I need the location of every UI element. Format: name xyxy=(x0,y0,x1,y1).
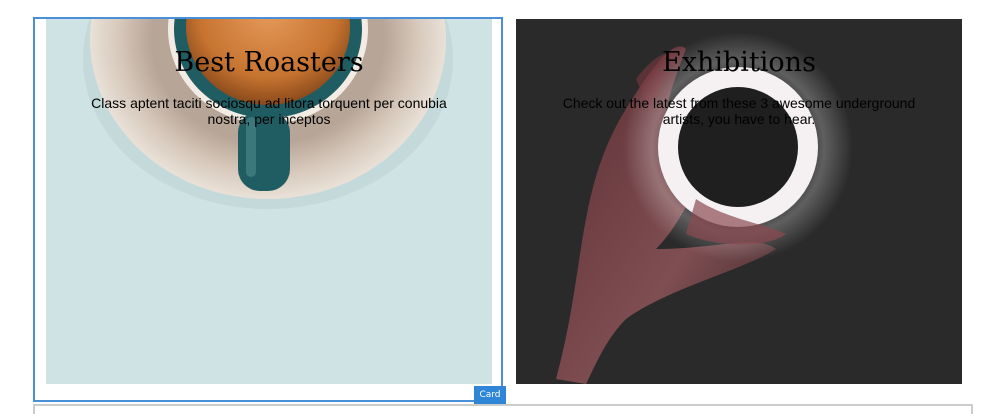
selection-tag[interactable]: Card xyxy=(474,386,506,404)
card-exhibitions[interactable]: Exhibitions Check out the latest from th… xyxy=(516,19,962,384)
card-text: Check out the latest from these 3 awesom… xyxy=(562,95,916,127)
card-title: Exhibitions xyxy=(662,47,816,78)
next-block-outline xyxy=(33,404,973,414)
selection-outline xyxy=(33,17,503,402)
page: Best Roasters Class aptent taciti socios… xyxy=(0,0,1000,414)
